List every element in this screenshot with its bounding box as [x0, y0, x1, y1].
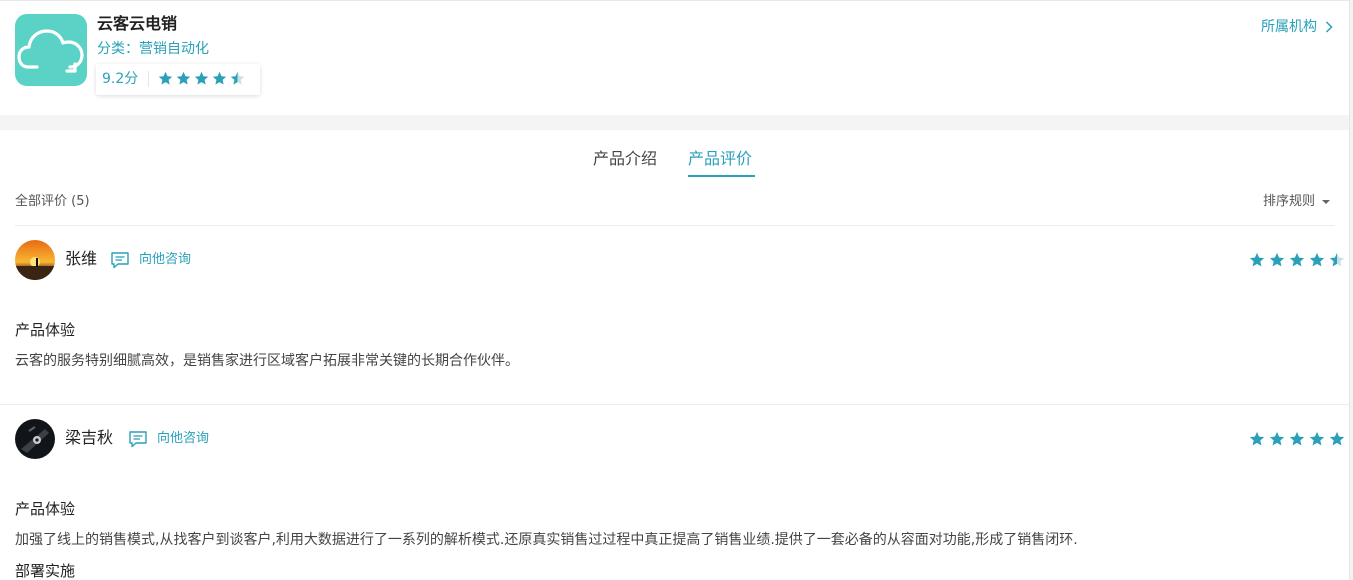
divider [0, 404, 1349, 405]
scrollbar-track[interactable] [1349, 0, 1353, 580]
consult-label: 向他咨询 [139, 252, 192, 267]
review-text: 云客的服务特别细腻高效，是销售家进行区域客户拓展非常关键的长期合作伙伴。 [15, 353, 519, 369]
tab-product-intro[interactable]: 产品介绍 [593, 149, 657, 169]
avatar[interactable] [15, 419, 55, 459]
rating-badge: 9.2分 [96, 64, 260, 95]
active-tab-indicator [688, 175, 755, 177]
top-border [0, 0, 1349, 1]
star-full-icon [1289, 431, 1305, 446]
cloud-icon [17, 29, 84, 73]
star-full-icon [1309, 252, 1325, 267]
all-reviews-count[interactable]: 全部评价 (5) [15, 194, 90, 210]
chevron-right-icon [1325, 21, 1333, 33]
star-full-icon [158, 71, 173, 85]
star-full-icon [1249, 431, 1265, 446]
review-stars [1249, 431, 1345, 447]
star-full-icon [1289, 252, 1305, 267]
sort-label: 排序规则 [1263, 194, 1316, 209]
rating-score: 9.2分 [102, 71, 139, 87]
app-name: 云客云电销 [97, 14, 178, 33]
star-full-icon [1309, 431, 1325, 446]
sunset-avatar-image [15, 240, 55, 280]
caret-down-icon [1322, 200, 1331, 204]
star-full-icon [212, 71, 227, 85]
review-text: 加强了线上的销售模式,从找客户到谈客户,利用大数据进行了一系列的解析模式.还原真… [15, 532, 1078, 548]
chat-bubble-icon [129, 431, 147, 448]
sort-dropdown[interactable]: 排序规则 [1263, 194, 1331, 210]
star-half-icon [1329, 252, 1345, 267]
tab-product-reviews[interactable]: 产品评价 [688, 149, 752, 169]
star-full-icon [176, 71, 191, 85]
app-category[interactable]: 分类：营销自动化 [97, 40, 209, 58]
app-logo [15, 14, 87, 86]
dark-avatar-image [15, 419, 55, 459]
section-separator [0, 115, 1349, 130]
star-full-icon [1269, 431, 1285, 446]
star-half-icon [230, 71, 245, 85]
consult-button[interactable]: 向他咨询 [128, 430, 209, 448]
reviewer-name: 张维 [65, 249, 98, 268]
chat-bubble-icon [111, 252, 129, 269]
section-title: 部署实施 [15, 562, 76, 580]
section-title: 产品体验 [15, 500, 76, 518]
rating-stars [158, 71, 245, 87]
star-full-icon [1249, 252, 1265, 267]
divider [15, 225, 1335, 226]
section-title: 产品体验 [15, 321, 76, 339]
avatar[interactable] [15, 240, 55, 280]
reviewer-name: 梁吉秋 [65, 428, 114, 447]
rating-separator [148, 71, 149, 87]
star-full-icon [194, 71, 209, 85]
org-link-label: 所属机构 [1261, 19, 1317, 35]
consult-button[interactable]: 向他咨询 [110, 251, 191, 269]
org-link[interactable]: 所属机构 [1261, 18, 1333, 36]
consult-label: 向他咨询 [157, 431, 210, 446]
review-stars [1249, 252, 1345, 268]
star-full-icon [1269, 252, 1285, 267]
star-full-icon [1329, 431, 1345, 446]
